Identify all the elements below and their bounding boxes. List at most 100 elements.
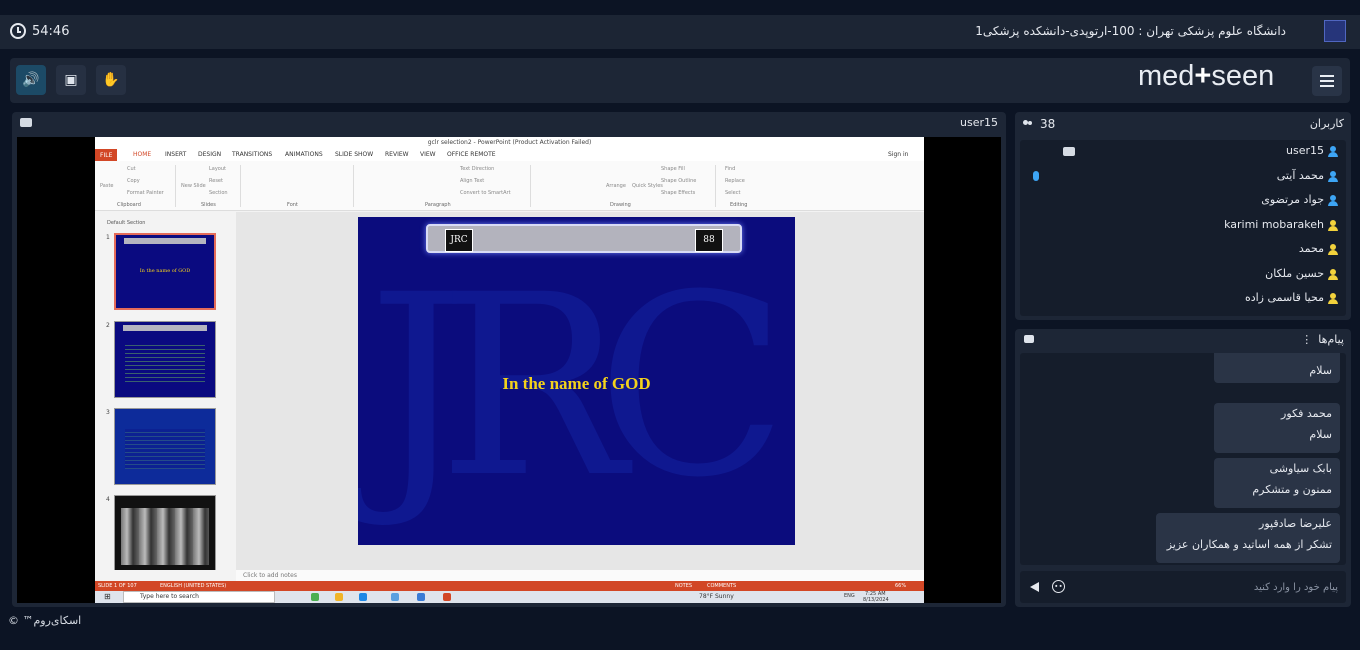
current-slide[interactable]: JRC JRC 88 In the name of GOD <box>358 217 795 545</box>
shape-fill-button[interactable]: Shape Fill <box>661 166 685 172</box>
thumb-num-2: 2 <box>106 322 110 329</box>
share-button[interactable]: ▣ <box>56 65 86 95</box>
file-explorer-icon[interactable] <box>335 593 343 601</box>
shape-outline-button[interactable]: Shape Outline <box>661 178 696 184</box>
group-slides: Slides <box>201 202 216 208</box>
section-button[interactable]: Section <box>209 190 228 196</box>
brand-left: med <box>1138 60 1195 92</box>
tab-view[interactable]: VIEW <box>420 151 436 158</box>
tab-file[interactable]: FILE <box>95 149 118 161</box>
users-list: user15 محمد آیتی جواد مرتضوی karimi mobarak… <box>1020 140 1346 316</box>
app-icon-2[interactable] <box>417 593 425 601</box>
control-bar: 🔊 ▣ ✋ med+seen <box>10 58 1350 103</box>
chat-messages: سلام محمد فکور سلام بابک سیاوشی ممنون و … <box>1020 353 1346 565</box>
user-icon <box>1328 244 1338 255</box>
user-icon <box>1328 293 1338 304</box>
chat-title-row: ⋮ پیام‌ها <box>1301 333 1344 346</box>
message-text: تشکر از همه اساتید و همکاران عزیز <box>1166 538 1332 551</box>
user-row[interactable]: محمد <box>1020 238 1346 262</box>
taskbar-date[interactable]: 8/13/2024 <box>863 597 889 603</box>
user-row[interactable]: محیا قاسمی زاده <box>1020 287 1346 311</box>
find-button[interactable]: Find <box>725 166 735 172</box>
text-direction-button[interactable]: Text Direction <box>460 166 494 172</box>
paste-button[interactable]: Paste <box>100 183 114 189</box>
raise-hand-button[interactable]: ✋ <box>96 65 126 95</box>
language-indicator[interactable]: ENG <box>844 593 855 599</box>
menu-button[interactable] <box>1312 66 1342 96</box>
tab-slide-show[interactable]: SLIDE SHOW <box>335 151 373 158</box>
room-title: دانشگاه علوم پزشکی تهران : 100-ارتوپدی-د… <box>975 24 1286 38</box>
chat-input-bar: ∙∙ <box>1020 571 1346 603</box>
tab-animations[interactable]: ANIMATIONS <box>285 151 323 158</box>
slide-logo-right: 88 <box>695 229 723 252</box>
shape-effects-button[interactable]: Shape Effects <box>661 190 695 196</box>
arrange-button[interactable]: Arrange <box>606 183 626 189</box>
status-slide-count: SLIDE 1 OF 107 <box>98 583 137 589</box>
user-row[interactable]: حسین ملکان <box>1020 263 1346 287</box>
chat-message: محمد فکور سلام <box>1214 403 1340 453</box>
tab-transitions[interactable]: TRANSITIONS <box>232 151 272 158</box>
university-logo-icon <box>1324 20 1346 42</box>
speaker-button[interactable]: 🔊 <box>16 65 46 95</box>
user-row[interactable]: karimi mobarakeh <box>1020 214 1346 238</box>
replace-button[interactable]: Replace <box>725 178 745 184</box>
message-sender: علیرضا صادقپور <box>1259 517 1332 530</box>
slide-thumbnail-1[interactable]: In the name of GOD <box>114 233 216 310</box>
camera-icon[interactable] <box>20 118 32 127</box>
comments-button[interactable]: COMMENTS <box>707 581 736 591</box>
slide-thumbnails-pane: Default Section 1 In the name of GOD 2 3… <box>95 212 235 572</box>
chat-more-icon[interactable]: ⋮ <box>1301 333 1312 346</box>
user-row[interactable]: محمد آیتی <box>1020 165 1346 189</box>
tab-office-remote[interactable]: OFFICE REMOTE <box>447 151 496 158</box>
message-text: ممنون و متشکرم <box>1252 483 1332 496</box>
zoom-level[interactable]: 66% <box>895 581 906 591</box>
taskbar-search[interactable]: Type here to search <box>123 591 275 603</box>
windows-start-icon[interactable]: ⊞ <box>104 592 111 601</box>
app-icon[interactable] <box>391 593 399 601</box>
thumb-num-1: 1 <box>106 234 110 241</box>
chat-input[interactable] <box>1098 577 1338 597</box>
reset-button[interactable]: Reset <box>209 178 223 184</box>
edge-icon[interactable] <box>359 593 367 601</box>
tab-home[interactable]: HOME <box>133 151 151 158</box>
chrome-icon[interactable] <box>311 593 319 601</box>
emoji-icon[interactable]: ∙∙ <box>1052 580 1065 593</box>
new-slide-button[interactable]: New Slide <box>181 183 206 189</box>
slide-thumbnail-3[interactable] <box>114 408 216 485</box>
ppt-window-title: gclr selection2 - PowerPoint (Product Ac… <box>95 137 924 149</box>
group-font: Font <box>287 202 298 208</box>
user-icon <box>1328 170 1338 182</box>
slide-title: In the name of GOD <box>502 374 651 393</box>
section-label[interactable]: Default Section <box>107 220 145 226</box>
weather-text[interactable]: 78°F Sunny <box>699 593 734 600</box>
tab-review[interactable]: REVIEW <box>385 151 409 158</box>
thumb-num-3: 3 <box>106 409 110 416</box>
cut-button[interactable]: Cut <box>127 166 136 172</box>
powerpoint-icon[interactable] <box>443 593 451 601</box>
quick-styles-button[interactable]: Quick Styles <box>632 183 663 189</box>
select-button[interactable]: Select <box>725 190 740 196</box>
layout-button[interactable]: Layout <box>209 166 226 172</box>
share-icon: ▣ <box>64 72 78 88</box>
align-text-button[interactable]: Align Text <box>460 178 484 184</box>
notes-pane[interactable]: Click to add notes <box>236 570 924 581</box>
shared-screen: gclr selection2 - PowerPoint (Product Ac… <box>17 137 1001 603</box>
send-icon[interactable] <box>1030 582 1039 592</box>
sign-in-link[interactable]: Sign in <box>888 151 908 158</box>
tab-design[interactable]: DESIGN <box>198 151 221 158</box>
ppt-ribbon-tabs: FILE HOME INSERT DESIGN TRANSITIONS ANIM… <box>95 149 924 161</box>
camera-icon[interactable] <box>1063 147 1075 156</box>
slide-thumbnail-2[interactable] <box>114 321 216 398</box>
user-row[interactable]: user15 <box>1020 140 1346 164</box>
tab-insert[interactable]: INSERT <box>165 151 186 158</box>
smartart-button[interactable]: Convert to SmartArt <box>460 190 511 196</box>
user-row[interactable]: جواد مرتضوی <box>1020 189 1346 213</box>
thumb-text-1: In the name of GOD <box>139 268 191 274</box>
microphone-icon[interactable] <box>1033 170 1039 181</box>
format-painter-button[interactable]: Format Painter <box>127 190 164 196</box>
copy-button[interactable]: Copy <box>127 178 140 184</box>
users-count-text: 38 <box>1040 117 1056 131</box>
slide-thumbnail-4[interactable] <box>114 495 216 572</box>
notes-button[interactable]: NOTES <box>675 581 692 591</box>
chat-title: پیام‌ها <box>1318 333 1344 346</box>
